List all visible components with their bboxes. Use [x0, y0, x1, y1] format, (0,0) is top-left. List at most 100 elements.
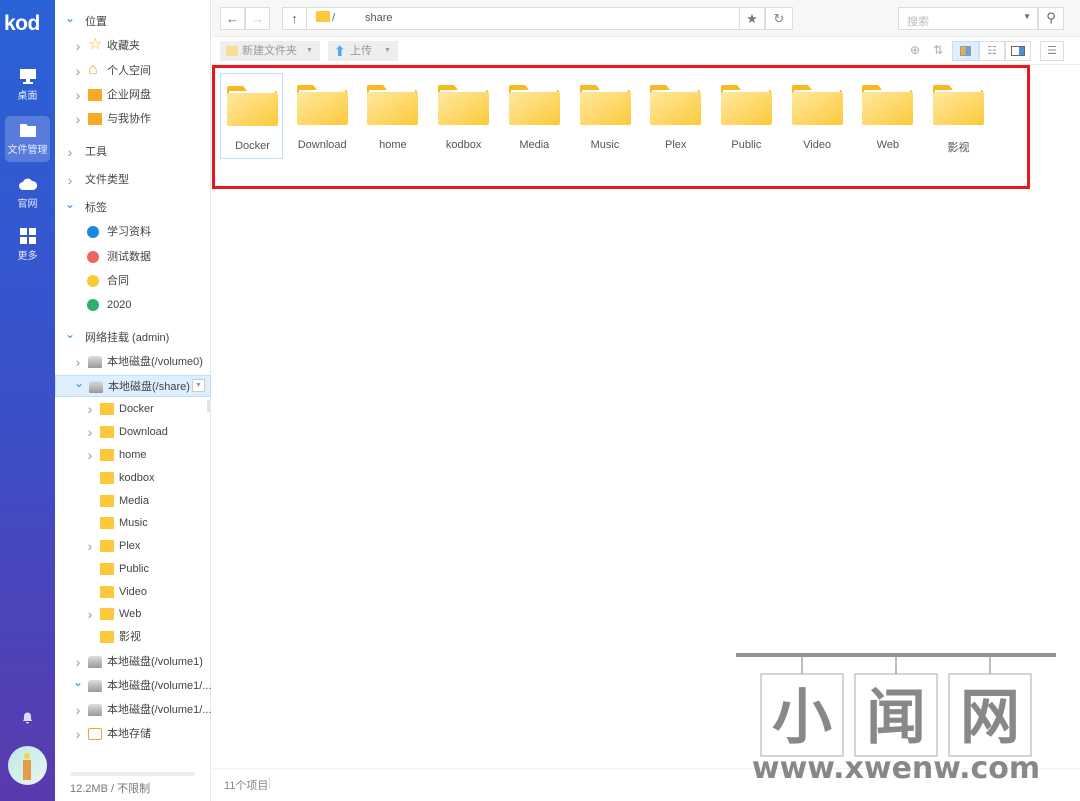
view-icon-button[interactable]	[952, 41, 979, 61]
kod-logo: kod	[4, 12, 40, 35]
chevron-right-icon[interactable]: ›	[65, 169, 75, 191]
folder-icon	[100, 540, 114, 552]
chevron-right-icon[interactable]: ›	[85, 603, 95, 625]
tree-item[interactable]: › 与我协作	[55, 108, 211, 130]
tree-item[interactable]: Music	[55, 512, 211, 534]
chevron-right-icon[interactable]: ›	[73, 35, 83, 57]
indent-icon: ☰	[1047, 45, 1057, 57]
properties-panel-button[interactable]: ☰	[1040, 41, 1064, 61]
tree-item[interactable]: ⌄ 本地磁盘(/share) ▼	[55, 375, 211, 397]
hard-disk-icon	[88, 704, 102, 716]
tree-item[interactable]: › Plex	[55, 535, 211, 557]
new-folder-button[interactable]: 新建文件夹 ▼	[220, 41, 320, 61]
tree-item[interactable]: › home	[55, 444, 211, 466]
search-input[interactable]: 搜索 ▼	[898, 7, 1038, 30]
back-button[interactable]: ←	[220, 7, 245, 30]
tree-item-label: 网络挂载 (admin)	[85, 332, 170, 344]
tree-item[interactable]: Video	[55, 581, 211, 603]
tree-item-label: 本地磁盘(/volume0)	[107, 356, 203, 368]
tree-item[interactable]: ⌄ 本地磁盘(/volume1/....	[55, 675, 211, 697]
nav-website[interactable]: 官网	[5, 170, 50, 216]
caret-down-icon[interactable]: ▼	[1023, 12, 1031, 21]
tree-item-label: Music	[119, 517, 148, 529]
tree-item[interactable]: kodbox	[55, 467, 211, 489]
chevron-right-icon[interactable]: ›	[73, 723, 83, 745]
tree-item[interactable]: › 本地磁盘(/volume0)	[55, 351, 211, 373]
nav-more[interactable]: 更多	[5, 222, 50, 268]
caret-down-icon[interactable]: ▼	[306, 41, 313, 61]
tree-item[interactable]: › ☆ 收藏夹	[55, 35, 211, 57]
breadcrumb-current[interactable]: share	[365, 12, 393, 24]
tree-item-label: 文件类型	[85, 174, 129, 186]
zoom-icon[interactable]: ⊕	[910, 43, 920, 57]
tree-item[interactable]: ⌄ 网络挂载 (admin)	[55, 327, 211, 349]
tree-item[interactable]: › 本地磁盘(/volume1/....	[55, 699, 211, 721]
nav-file-manager[interactable]: 文件管理	[5, 116, 50, 162]
chevron-down-icon[interactable]: ⌄	[73, 675, 83, 693]
tree-item-label: 位置	[85, 16, 107, 28]
tree-item[interactable]: 测试数据	[55, 246, 211, 268]
chevron-right-icon[interactable]: ›	[65, 141, 75, 163]
tree-item[interactable]: › ⌂ 个人空间	[55, 60, 211, 82]
avatar[interactable]	[8, 746, 47, 785]
tree-item[interactable]: 影视	[55, 626, 211, 648]
refresh-button[interactable]: ↻	[765, 7, 793, 30]
search-button[interactable]: ⚲	[1038, 7, 1064, 30]
tree-item[interactable]: Public	[55, 558, 211, 580]
desktop-icon	[19, 69, 36, 84]
tree-scrollbar[interactable]	[207, 400, 210, 412]
tree-item[interactable]: › 工具	[55, 141, 211, 163]
breadcrumb	[282, 7, 793, 30]
chevron-down-icon[interactable]: ⌄	[74, 376, 84, 394]
star-icon: ★	[746, 11, 758, 26]
tree-item[interactable]: Media	[55, 490, 211, 512]
tree-item[interactable]: 2020	[55, 294, 211, 316]
tree-item[interactable]: › 文件类型	[55, 169, 211, 191]
item-menu-button[interactable]: ▼	[192, 379, 205, 392]
search-icon: ⚲	[1046, 10, 1056, 25]
tree-item[interactable]: ⌄ 位置	[55, 11, 211, 33]
svg-text:网: 网	[960, 683, 1020, 753]
up-level-button[interactable]: ↑	[282, 7, 307, 30]
tree-item[interactable]: › Web	[55, 603, 211, 625]
tree-item[interactable]: › 本地磁盘(/volume1)	[55, 651, 211, 673]
bell-icon[interactable]	[21, 711, 34, 724]
chevron-right-icon[interactable]: ›	[85, 444, 95, 466]
tree-item-label: 本地磁盘(/volume1/....	[107, 704, 211, 716]
view-list-button[interactable]: ☷	[979, 41, 1005, 61]
chevron-right-icon[interactable]: ›	[73, 60, 83, 82]
chevron-down-icon[interactable]: ⌄	[65, 197, 75, 215]
tree-item[interactable]: › Download	[55, 421, 211, 443]
breadcrumb-root[interactable]: /	[332, 12, 335, 24]
upload-button[interactable]: ⬆ 上传 ▼	[328, 41, 398, 61]
chevron-right-icon[interactable]: ›	[73, 651, 83, 673]
chevron-right-icon[interactable]: ›	[73, 699, 83, 721]
nav-desktop[interactable]: 桌面	[5, 62, 50, 108]
tree-item[interactable]: 合同	[55, 270, 211, 292]
tree-item[interactable]: › Docker	[55, 398, 211, 420]
forward-button[interactable]: →	[245, 7, 270, 30]
sort-icon[interactable]: ⇅	[933, 43, 943, 57]
svg-text:www.xwenw.com: www.xwenw.com	[752, 751, 1040, 786]
tree-item[interactable]: 学习资料	[55, 221, 211, 243]
tree-item-label: 影视	[119, 631, 141, 643]
nav-label: 文件管理	[7, 145, 48, 156]
storage-usage-text: 12.2MB / 不限制	[70, 783, 151, 795]
chevron-right-icon[interactable]: ›	[85, 535, 95, 557]
folder-icon	[100, 517, 114, 529]
tree-item[interactable]: ⌄ 标签	[55, 197, 211, 219]
chevron-down-icon[interactable]: ⌄	[65, 327, 75, 345]
chevron-right-icon[interactable]: ›	[73, 108, 83, 130]
chevron-right-icon[interactable]: ›	[85, 421, 95, 443]
tree-item[interactable]: › 企业网盘	[55, 84, 211, 106]
tree-item-label: 2020	[107, 299, 132, 311]
favorite-button[interactable]: ★	[739, 7, 765, 30]
chevron-right-icon[interactable]: ›	[85, 398, 95, 420]
tree-item[interactable]: › 本地存储	[55, 723, 211, 745]
view-split-button[interactable]	[1005, 41, 1031, 61]
shared-folder-icon	[88, 113, 102, 125]
chevron-right-icon[interactable]: ›	[73, 351, 83, 373]
caret-down-icon[interactable]: ▼	[384, 41, 391, 61]
chevron-right-icon[interactable]: ›	[73, 84, 83, 106]
chevron-down-icon[interactable]: ⌄	[65, 11, 75, 29]
